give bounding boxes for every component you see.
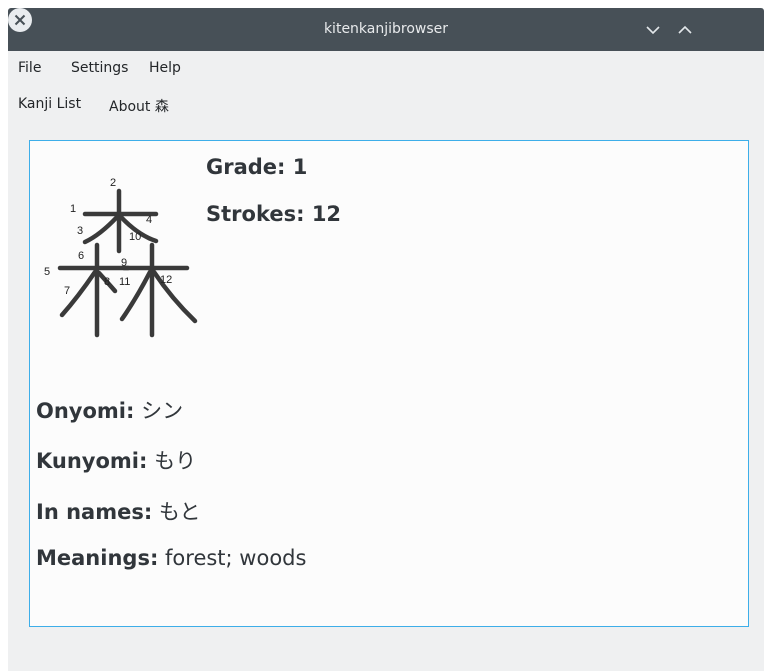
chevron-down-icon bbox=[646, 26, 660, 35]
stroke-number: 7 bbox=[64, 285, 70, 297]
stroke-number: 6 bbox=[78, 250, 84, 262]
strokes-label: Strokes: bbox=[206, 202, 305, 226]
grade-label: Grade: bbox=[206, 155, 286, 179]
stroke-number: 5 bbox=[44, 266, 50, 278]
tab-about-kanji[interactable]: About 森 bbox=[109, 96, 169, 116]
meanings-label: Meanings: bbox=[36, 546, 159, 570]
stroke-number: 4 bbox=[146, 214, 152, 226]
in-names-value: もと bbox=[158, 500, 201, 524]
kunyomi-row: Kunyomi: もり bbox=[36, 445, 196, 475]
menu-bar: File Settings Help bbox=[8, 51, 764, 83]
app-window: kitenkanjibrowser File Settings Help Kan… bbox=[8, 8, 764, 671]
stroke-number: 9 bbox=[121, 257, 127, 269]
stroke-number: 8 bbox=[104, 276, 110, 288]
strokes-row: Strokes: 12 bbox=[206, 202, 341, 226]
kanji-detail-panel: 1 2 3 4 5 6 7 8 9 10 11 12 Grade: 1 Stro… bbox=[29, 140, 749, 627]
kanji-stroke-3 bbox=[82, 214, 120, 245]
stroke-number: 1 bbox=[70, 203, 76, 215]
grade-value: 1 bbox=[292, 155, 308, 179]
grade-row: Grade: 1 bbox=[206, 155, 307, 179]
stroke-number: 12 bbox=[160, 274, 172, 286]
title-bar[interactable]: kitenkanjibrowser bbox=[8, 8, 764, 51]
kunyomi-label: Kunyomi: bbox=[36, 449, 148, 473]
onyomi-label: Onyomi: bbox=[36, 399, 135, 423]
onyomi-value: シン bbox=[141, 399, 184, 423]
onyomi-row: Onyomi: シン bbox=[36, 395, 183, 425]
kunyomi-value: もり bbox=[154, 449, 197, 473]
stroke-number: 3 bbox=[77, 225, 83, 237]
maximize-button[interactable] bbox=[674, 19, 696, 41]
menu-file[interactable]: File bbox=[18, 60, 41, 76]
stroke-number: 11 bbox=[119, 276, 130, 288]
kanji-stroke-order-diagram: 1 2 3 4 5 6 7 8 9 10 11 12 bbox=[44, 177, 198, 338]
in-names-row: In names: もと bbox=[36, 496, 201, 526]
stroke-number: 2 bbox=[110, 177, 116, 189]
meanings-row: Meanings: forest; woods bbox=[36, 546, 306, 570]
stroke-number: 10 bbox=[129, 231, 141, 243]
tab-kanji-list[interactable]: Kanji List bbox=[18, 96, 81, 112]
minimize-button[interactable] bbox=[642, 19, 664, 41]
tab-bar: Kanji List About 森 bbox=[8, 90, 764, 120]
chevron-up-icon bbox=[678, 25, 692, 34]
meanings-value: forest; woods bbox=[165, 546, 307, 570]
strokes-value: 12 bbox=[311, 202, 342, 226]
menu-help[interactable]: Help bbox=[149, 60, 181, 76]
in-names-label: In names: bbox=[36, 500, 153, 524]
menu-settings[interactable]: Settings bbox=[71, 60, 128, 76]
